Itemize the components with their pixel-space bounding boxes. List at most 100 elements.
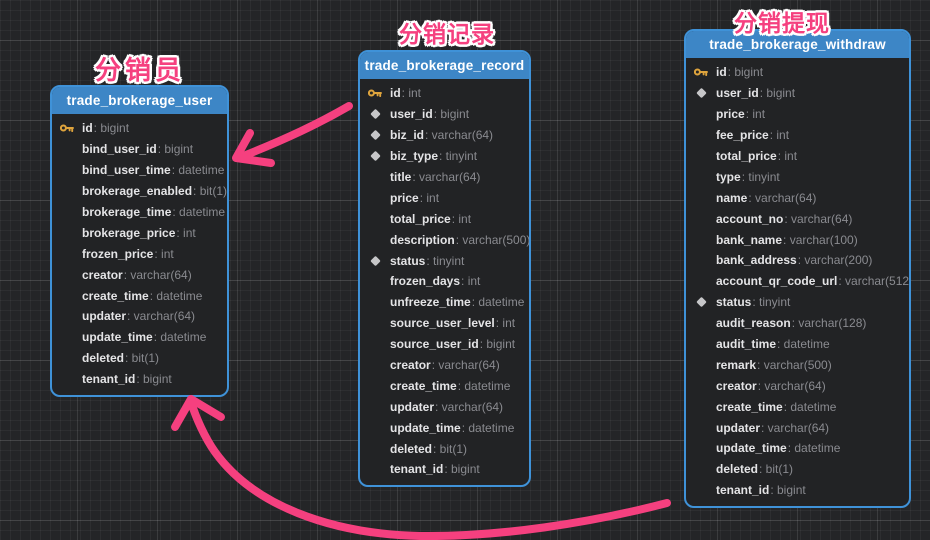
- column-name: biz_type: [390, 149, 438, 163]
- column-create_time[interactable]: create_time: datetime: [360, 375, 529, 396]
- column-create_time[interactable]: create_time: datetime: [52, 285, 227, 306]
- column-name: user_id: [390, 107, 433, 121]
- column-bind_user_id[interactable]: bind_user_id: bigint: [52, 139, 227, 160]
- column-frozen_price[interactable]: frozen_price: int: [52, 243, 227, 264]
- column-type: : bigint: [728, 65, 763, 79]
- column-update_time[interactable]: update_time: datetime: [52, 327, 227, 348]
- column-type: : int: [778, 149, 797, 163]
- column-name: tenant_id: [82, 372, 135, 386]
- column-fee_price[interactable]: fee_price: int: [686, 125, 909, 146]
- column-title[interactable]: title: varchar(64): [360, 167, 529, 188]
- table-body: id: bigintuser_id: bigintprice: intfee_p…: [686, 58, 909, 506]
- column-name: total_price: [390, 212, 451, 226]
- column-tenant_id[interactable]: tenant_id: bigint: [360, 459, 529, 480]
- column-type: : varchar(64): [432, 358, 500, 372]
- column-user_id[interactable]: user_id: bigint: [360, 104, 529, 125]
- column-description[interactable]: description: varchar(500): [360, 229, 529, 250]
- arrow-record-to-user-head: [236, 133, 271, 163]
- table-body: id: intuser_id: bigintbiz_id: varchar(64…: [360, 79, 529, 485]
- column-updater[interactable]: updater: varchar(64): [52, 306, 227, 327]
- column-price[interactable]: price: int: [686, 104, 909, 125]
- column-type: : varchar(64): [784, 212, 852, 226]
- column-deleted[interactable]: deleted: bit(1): [52, 348, 227, 369]
- column-bind_user_time[interactable]: bind_user_time: datetime: [52, 160, 227, 181]
- column-account_qr_code_url[interactable]: account_qr_code_url: varchar(512): [686, 271, 909, 292]
- table-trade-brokerage-record[interactable]: trade_brokerage_record id: intuser_id: b…: [358, 50, 531, 487]
- column-name[interactable]: name: varchar(64): [686, 187, 909, 208]
- column-deleted[interactable]: deleted: bit(1): [686, 459, 909, 480]
- column-id[interactable]: id: bigint: [52, 118, 227, 139]
- column-type: : varchar(100): [783, 233, 858, 247]
- column-remark[interactable]: remark: varchar(500): [686, 354, 909, 375]
- column-type: : varchar(64): [412, 170, 480, 184]
- column-updater[interactable]: updater: varchar(64): [360, 396, 529, 417]
- column-type: : varchar(500): [757, 358, 832, 372]
- column-type: : tinyint: [426, 254, 464, 268]
- column-frozen_days[interactable]: frozen_days: int: [360, 271, 529, 292]
- column-type: : varchar(128): [792, 316, 867, 330]
- column-name: name: [716, 191, 747, 205]
- column-type: : int: [746, 107, 765, 121]
- column-source_user_id[interactable]: source_user_id: bigint: [360, 334, 529, 355]
- column-biz_id[interactable]: biz_id: varchar(64): [360, 125, 529, 146]
- column-type: : tinyint: [439, 149, 477, 163]
- column-tenant_id[interactable]: tenant_id: bigint: [686, 480, 909, 501]
- column-total_price[interactable]: total_price: int: [360, 208, 529, 229]
- column-name: source_user_id: [390, 337, 479, 351]
- column-bank_address[interactable]: bank_address: varchar(200): [686, 250, 909, 271]
- column-type: : bigint: [480, 337, 515, 351]
- column-name: creator: [390, 358, 431, 372]
- table-header-trade-brokerage-record[interactable]: trade_brokerage_record: [359, 51, 530, 79]
- column-audit_time[interactable]: audit_time: datetime: [686, 334, 909, 355]
- annotation-label-record: 分销记录: [399, 15, 495, 49]
- column-name: creator: [82, 268, 123, 282]
- column-name: id: [82, 121, 93, 135]
- column-brokerage_enabled[interactable]: brokerage_enabled: bit(1): [52, 181, 227, 202]
- column-total_price[interactable]: total_price: int: [686, 146, 909, 167]
- column-bank_name[interactable]: bank_name: varchar(100): [686, 229, 909, 250]
- column-creator[interactable]: creator: varchar(64): [52, 264, 227, 285]
- column-biz_type[interactable]: biz_type: tinyint: [360, 146, 529, 167]
- table-trade-brokerage-user[interactable]: trade_brokerage_user id: bigintbind_user…: [50, 85, 229, 397]
- column-create_time[interactable]: create_time: datetime: [686, 396, 909, 417]
- column-status[interactable]: status: tinyint: [686, 292, 909, 313]
- column-account_no[interactable]: account_no: varchar(64): [686, 208, 909, 229]
- column-type: : datetime: [472, 295, 525, 309]
- column-source_user_level[interactable]: source_user_level: int: [360, 313, 529, 334]
- column-creator[interactable]: creator: varchar(64): [686, 375, 909, 396]
- column-name: id: [716, 65, 727, 79]
- column-type: : bigint: [158, 142, 193, 156]
- column-name: deleted: [390, 442, 432, 456]
- column-unfreeze_time[interactable]: unfreeze_time: datetime: [360, 292, 529, 313]
- primary-key-icon: [60, 122, 82, 134]
- table-trade-brokerage-withdraw[interactable]: trade_brokerage_withdraw id: bigintuser_…: [684, 29, 911, 508]
- column-update_time[interactable]: update_time: datetime: [360, 417, 529, 438]
- column-brokerage_price[interactable]: brokerage_price: int: [52, 222, 227, 243]
- column-name: deleted: [716, 462, 758, 476]
- column-id[interactable]: id: int: [360, 83, 529, 104]
- column-price[interactable]: price: int: [360, 187, 529, 208]
- er-diagram-canvas: 分销员 分销记录 分销提现 trade_brokerage_user id: b…: [0, 0, 930, 540]
- column-deleted[interactable]: deleted: bit(1): [360, 438, 529, 459]
- column-type: : tinyint: [742, 170, 780, 184]
- column-name: account_qr_code_url: [716, 274, 837, 288]
- column-update_time[interactable]: update_time: datetime: [686, 438, 909, 459]
- column-id[interactable]: id: bigint: [686, 62, 909, 83]
- column-name: creator: [716, 379, 757, 393]
- column-audit_reason[interactable]: audit_reason: varchar(128): [686, 313, 909, 334]
- column-type: : varchar(64): [758, 379, 826, 393]
- column-type: : varchar(64): [748, 191, 816, 205]
- column-status[interactable]: status: tinyint: [360, 250, 529, 271]
- column-creator[interactable]: creator: varchar(64): [360, 355, 529, 376]
- column-name: create_time: [716, 400, 783, 414]
- column-user_id[interactable]: user_id: bigint: [686, 83, 909, 104]
- table-header-trade-brokerage-user[interactable]: trade_brokerage_user: [51, 86, 228, 114]
- column-type[interactable]: type: tinyint: [686, 166, 909, 187]
- column-tenant_id[interactable]: tenant_id: bigint: [52, 369, 227, 390]
- column-updater[interactable]: updater: varchar(64): [686, 417, 909, 438]
- column-type: : varchar(64): [124, 268, 192, 282]
- column-name: remark: [716, 358, 756, 372]
- column-name: fee_price: [716, 128, 769, 142]
- column-type: : int: [496, 316, 515, 330]
- column-brokerage_time[interactable]: brokerage_time: datetime: [52, 202, 227, 223]
